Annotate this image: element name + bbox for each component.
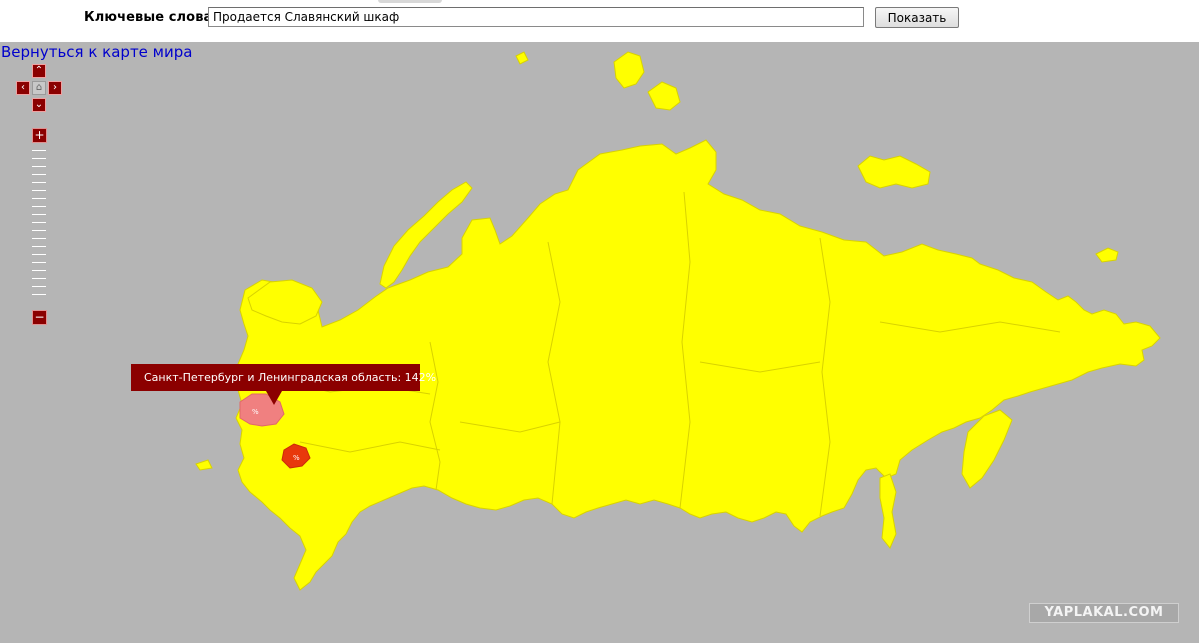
search-bar: Ключевые слова: Показать xyxy=(0,0,1199,42)
zoom-tick[interactable] xyxy=(32,214,46,215)
zoom-tick[interactable] xyxy=(32,174,46,175)
map-area[interactable]: % % Вернуться к карте мира ⌃ ‹ ⌂ › ⌄ + −… xyxy=(0,42,1199,643)
zoom-in-button[interactable]: + xyxy=(32,128,47,143)
spb-marker: % xyxy=(252,408,259,416)
zoom-tick[interactable] xyxy=(32,278,46,279)
kamchatka xyxy=(961,409,1013,489)
zoom-tick[interactable] xyxy=(32,230,46,231)
zoom-tick[interactable] xyxy=(32,190,46,191)
home-button[interactable]: ⌂ xyxy=(32,81,46,95)
back-to-world-map-link[interactable]: Вернуться к карте мира xyxy=(1,43,192,61)
zoom-tick[interactable] xyxy=(32,246,46,247)
kaliningrad xyxy=(195,459,213,471)
zoom-tick[interactable] xyxy=(32,286,46,287)
pan-up-button[interactable]: ⌃ xyxy=(32,64,46,78)
pan-right-button[interactable]: › xyxy=(48,81,62,95)
chevron-up-icon: ⌃ xyxy=(34,65,44,76)
chevron-down-icon: ⌄ xyxy=(34,99,44,110)
russia-map[interactable]: % % xyxy=(0,42,1199,643)
zoom-tick[interactable] xyxy=(32,166,46,167)
zoom-tick[interactable] xyxy=(32,238,46,239)
show-button[interactable]: Показать xyxy=(875,7,959,28)
pan-down-button[interactable]: ⌄ xyxy=(32,98,46,112)
keywords-input[interactable] xyxy=(208,7,864,27)
chevron-left-icon: ‹ xyxy=(21,82,25,93)
severnaya-zemlya-2 xyxy=(647,81,681,111)
region-tooltip: Санкт-Петербург и Ленинградская область:… xyxy=(131,364,436,391)
keywords-label: Ключевые слова: xyxy=(84,10,218,25)
franz-josef-land xyxy=(515,51,529,65)
zoom-tick[interactable] xyxy=(32,262,46,263)
moscow-marker: % xyxy=(293,454,300,462)
home-icon: ⌂ xyxy=(35,82,43,93)
pan-left-button[interactable]: ‹ xyxy=(16,81,30,95)
watermark: YAPLAKAL.COM xyxy=(1029,603,1179,623)
zoom-tick[interactable] xyxy=(32,222,46,223)
severnaya-zemlya xyxy=(613,51,645,89)
zoom-tick[interactable] xyxy=(32,254,46,255)
zoom-out-button[interactable]: − xyxy=(32,310,47,325)
sakhalin xyxy=(879,473,897,549)
zoom-tick[interactable] xyxy=(32,158,46,159)
tooltip-arrow xyxy=(266,391,282,405)
novosibirsk-islands xyxy=(857,155,931,189)
zoom-tick[interactable] xyxy=(32,198,46,199)
zoom-tick[interactable] xyxy=(32,182,46,183)
wrangel-island xyxy=(1095,247,1119,263)
zoom-tick[interactable] xyxy=(32,294,46,295)
zoom-tick[interactable] xyxy=(32,270,46,271)
zoom-tick[interactable] xyxy=(32,150,46,151)
tab-stub xyxy=(378,0,442,3)
chevron-right-icon: › xyxy=(53,82,57,93)
zoom-tick[interactable] xyxy=(32,206,46,207)
